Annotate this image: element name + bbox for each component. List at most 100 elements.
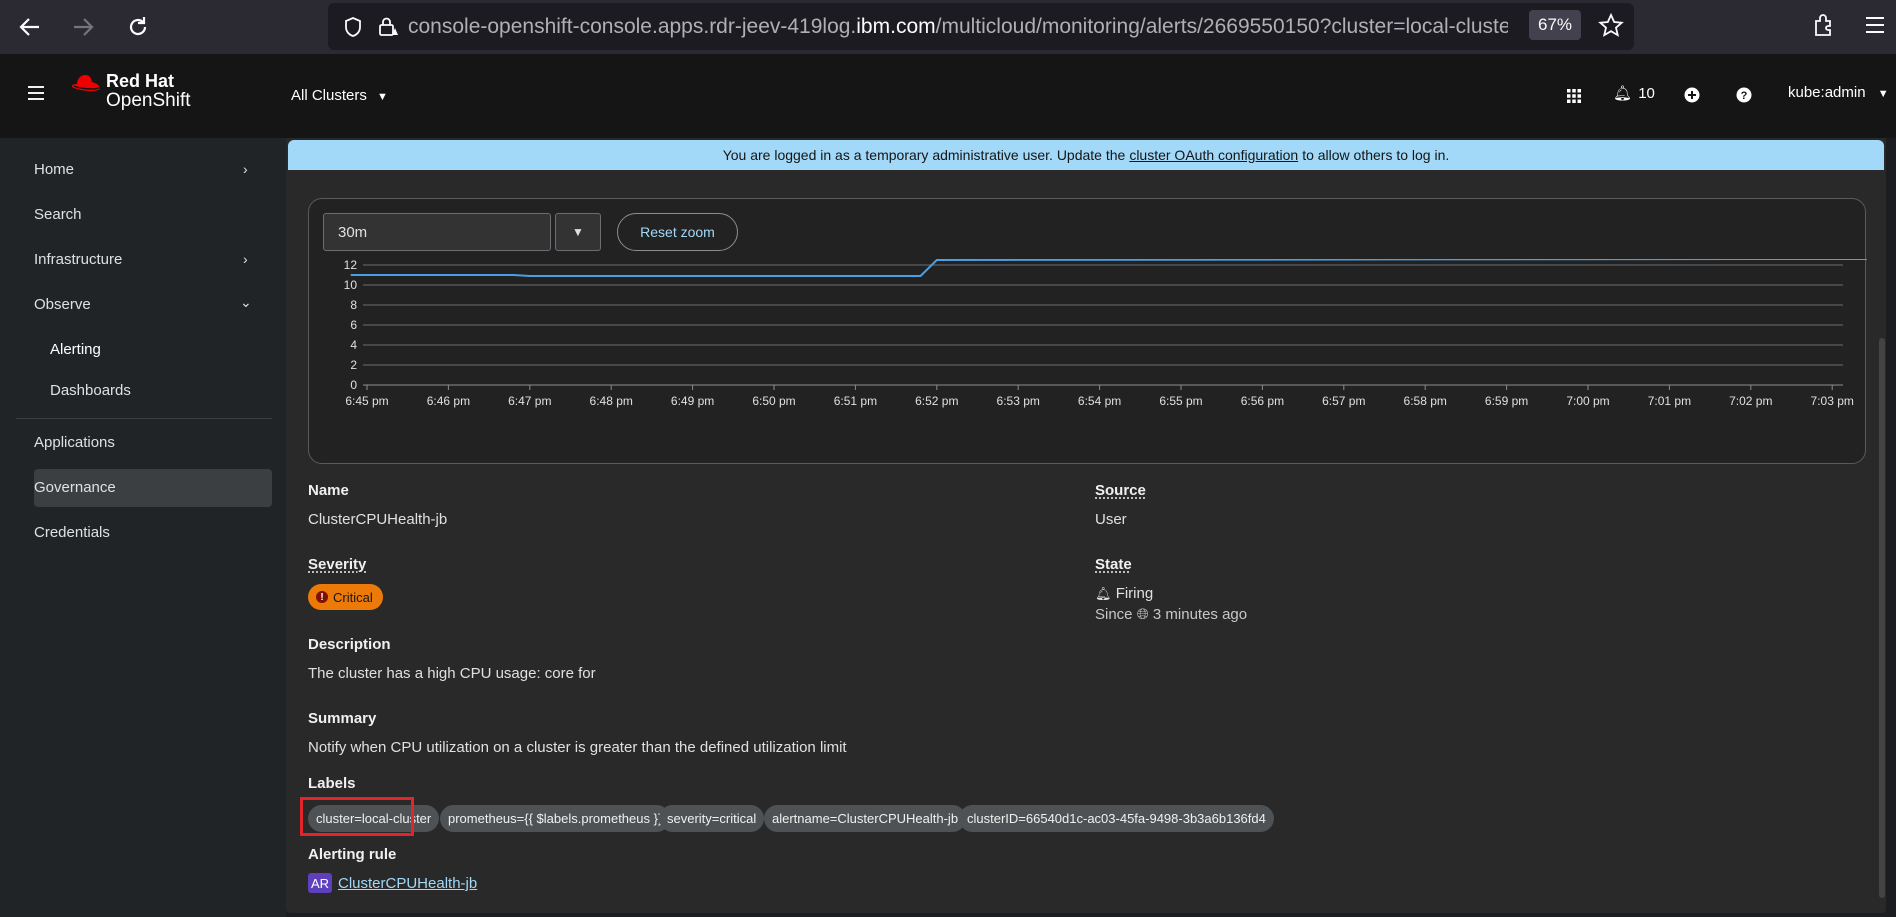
source-label: Source [1095,482,1146,499]
sidebar-item-credentials[interactable]: Credentials [34,524,110,541]
zoom-level[interactable]: 67% [1529,10,1581,40]
label-chip-severity: severity=critical [659,805,765,832]
redhat-openshift-logo[interactable]: Red Hat OpenShift [70,72,191,110]
masthead: Red Hat OpenShift All Clusters ▼ 🔔︎ 10 ?… [0,54,1896,138]
back-button[interactable] [10,7,50,47]
alert-details-panel: You are logged in as a temporary adminis… [286,138,1886,913]
sidebar-item-observe[interactable]: Observe [34,296,91,313]
x-tick-label: 7:00 pm [1566,394,1609,408]
alert-metric-chart[interactable]: 0 2 4 6 8 10 12 6:45 pm 6:46 pm 6:47 pm 6:48 pm 6:4… [309,259,1867,465]
time-range-input[interactable]: 30m [323,213,551,251]
sidebar-item-infrastructure[interactable]: Infrastructure [34,251,122,268]
app-menu-icon[interactable] [1864,15,1886,35]
x-tick-label: 6:59 pm [1485,394,1528,408]
y-tick-label: 6 [350,318,357,332]
x-tick-label: 6:56 pm [1241,394,1284,408]
x-tick-label: 6:46 pm [427,394,470,408]
x-tick-label: 7:02 pm [1729,394,1772,408]
y-tick-label: 2 [350,358,357,372]
x-tick-label: 6:49 pm [671,394,714,408]
bookmark-star-icon[interactable] [1597,12,1625,40]
sidebar-item-home[interactable]: Home [34,161,74,178]
nav-toggle-icon[interactable] [28,86,44,100]
lock-icon[interactable] [376,15,400,39]
address-bar[interactable]: console-openshift-console.apps.rdr-jeev-… [328,3,1634,50]
x-tick-label: 6:53 pm [997,394,1040,408]
bell-icon: 🔔︎ [1613,85,1633,102]
cluster-switcher-label: All Clusters [291,87,367,104]
name-value: ClusterCPUHealth-jb [308,511,448,528]
oauth-config-link[interactable]: cluster OAuth configuration [1129,147,1298,163]
since-row: Since 🌐︎ 3 minutes ago [1095,606,1247,623]
scrollbar[interactable] [1879,338,1885,898]
series-line[interactable] [350,259,1867,294]
main-content: You are logged in as a temporary adminis… [286,138,1896,917]
sidebar-divider [16,418,272,419]
extensions-icon[interactable] [1811,12,1837,38]
caret-down-icon: ▼ [377,91,388,103]
x-tick-label: 6:55 pm [1159,394,1202,408]
severity-label: Severity [308,556,367,573]
since-prefix: Since [1095,606,1133,623]
label-chip-alertname: alertname=ClusterCPUHealth-jb [764,805,967,832]
severity-badge: ! Critical [308,584,383,610]
notifications-button[interactable]: 🔔︎ 10 [1613,84,1655,102]
summary-label: Summary [308,710,377,727]
svg-text:?: ? [1741,90,1748,102]
arrow-left-icon [19,18,39,36]
state-value-row: 🔔︎ Firing [1095,585,1153,602]
state-value: Firing [1115,585,1154,602]
labels-label: Labels [308,775,356,792]
sidebar-item-search[interactable]: Search [34,206,82,223]
shield-icon[interactable] [342,16,364,38]
sidebar-item-alerting[interactable]: Alerting [50,341,101,358]
x-tick-label: 6:47 pm [508,394,551,408]
severity-value: Critical [333,589,373,605]
chevron-right-icon: › [243,161,248,177]
x-tick-label: 6:57 pm [1322,394,1365,408]
reload-button[interactable] [118,7,158,47]
chevron-down-icon: ⌄ [240,294,252,310]
sidebar-item-governance[interactable]: Governance [34,479,116,496]
help-icon[interactable]: ? [1736,87,1752,103]
add-plus-icon[interactable] [1684,87,1700,103]
alerting-rule-label: Alerting rule [308,846,397,863]
highlight-annotation-box [300,797,414,836]
y-tick-label: 10 [344,278,358,292]
cluster-switcher[interactable]: All Clusters ▼ [291,87,388,104]
alert-graph-card: 30m ▼ Reset zoom 0 2 4 6 8 10 12 6:45 pm 6:46 pm… [308,198,1867,465]
app-launcher-icon[interactable] [1566,88,1582,104]
sidebar-item-applications[interactable]: Applications [34,434,115,451]
y-tick-label: 12 [344,259,358,272]
browser-toolbar: console-openshift-console.apps.rdr-jeev-… [0,0,1896,54]
x-tick-label: 6:45 pm [345,394,388,408]
name-label: Name [308,482,349,499]
source-value: User [1095,511,1127,528]
reset-zoom-button[interactable]: Reset zoom [617,213,738,251]
sidebar: Home › Search Infrastructure › Observe ⌄… [0,138,286,917]
sidebar-item-dashboards[interactable]: Dashboards [50,382,131,399]
banner-text-before: You are logged in as a temporary adminis… [722,147,1126,163]
alerting-rule-link[interactable]: ClusterCPUHealth-jb [338,875,477,892]
bell-icon: 🔔︎ [1095,586,1112,601]
reload-icon [129,17,147,36]
x-tick-label: 7:01 pm [1648,394,1691,408]
user-menu[interactable]: kube:admin ▼ [1788,84,1889,101]
forward-button[interactable] [63,7,103,47]
x-tick-label: 6:58 pm [1404,394,1447,408]
description-value: The cluster has a high CPU usage: core f… [308,665,596,682]
label-chip-clusterid: clusterID=66540d1c-ac03-45fa-9498-3b3a6b… [959,805,1274,832]
notifications-count: 10 [1638,85,1655,102]
y-tick-label: 4 [350,338,357,352]
chevron-right-icon: › [243,251,248,267]
banner-text-after: to allow others to log in. [1302,147,1450,163]
description-label: Description [308,636,391,653]
globe-icon: 🌐︎ [1136,606,1149,623]
url-text: console-openshift-console.apps.rdr-jeev-… [408,14,1508,38]
x-tick-label: 6:48 pm [590,394,633,408]
time-range-dropdown-toggle[interactable]: ▼ [555,213,601,251]
state-label: State [1095,556,1132,573]
summary-value: Notify when CPU utilization on a cluster… [308,739,847,756]
temp-admin-banner: You are logged in as a temporary adminis… [288,140,1884,170]
y-tick-label: 8 [350,298,357,312]
